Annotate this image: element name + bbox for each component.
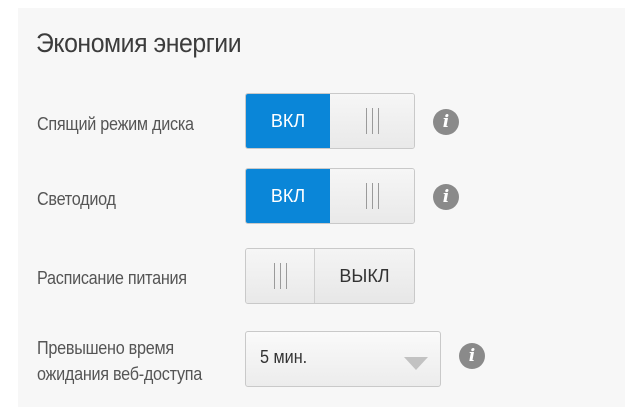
toggle-on-segment[interactable]: ВКЛ [246, 94, 330, 148]
info-icon[interactable]: i [433, 184, 459, 210]
info-glyph: i [442, 187, 450, 207]
info-glyph: i [442, 112, 450, 132]
info-icon[interactable]: i [433, 109, 459, 135]
info-icon[interactable]: i [459, 343, 485, 369]
web-timeout-label-line1: Превышено время [37, 338, 174, 358]
power-schedule-toggle[interactable]: ВЫКЛ [245, 248, 415, 304]
web-timeout-label-line2: ожидания веб-доступа [37, 364, 203, 384]
toggle-grip[interactable] [330, 169, 414, 223]
section-title: Экономия энергии [36, 28, 242, 58]
power-schedule-label: Расписание питания [37, 268, 187, 288]
toggle-grip[interactable] [246, 249, 314, 303]
grip-icon [273, 263, 287, 289]
disk-sleep-toggle[interactable]: ВКЛ [245, 93, 415, 149]
select-value: 5 мин. [260, 347, 308, 367]
grip-icon [365, 108, 379, 134]
toggle-on-segment[interactable]: ВКЛ [246, 169, 330, 223]
led-toggle[interactable]: ВКЛ [245, 168, 415, 224]
led-label: Светодиод [37, 189, 116, 209]
toggle-grip[interactable] [330, 94, 414, 148]
disk-sleep-label: Спящий режим диска [37, 114, 194, 134]
info-glyph: i [468, 346, 476, 366]
chevron-down-icon [404, 357, 428, 370]
grip-icon [365, 183, 379, 209]
web-timeout-select[interactable]: 5 мин. [245, 331, 441, 387]
toggle-off-segment[interactable]: ВЫКЛ [314, 249, 414, 303]
